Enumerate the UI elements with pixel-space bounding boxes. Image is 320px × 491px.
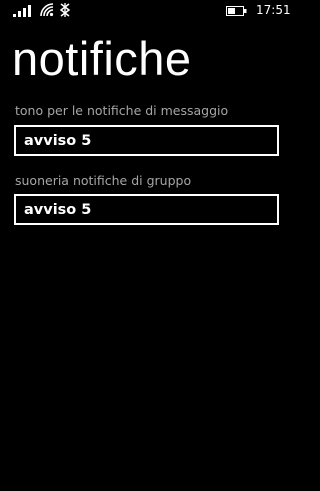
page-title: notifiche	[12, 32, 192, 85]
status-bar: 17:51	[0, 0, 295, 22]
signal-icon	[13, 5, 31, 17]
message-tone-value: avviso 5	[24, 133, 92, 149]
group-ringtone-picker[interactable]: avviso 5	[14, 194, 279, 225]
group-ringtone-value: avviso 5	[24, 202, 92, 218]
group-ringtone-label: suoneria notifiche di gruppo	[15, 173, 192, 188]
status-time: 17:51	[256, 3, 291, 17]
wifi-icon	[40, 3, 54, 17]
data-icon	[59, 3, 71, 17]
message-tone-picker[interactable]: avviso 5	[14, 125, 279, 156]
battery-icon	[226, 6, 247, 16]
message-tone-label: tono per le notifiche di messaggio	[15, 103, 229, 118]
